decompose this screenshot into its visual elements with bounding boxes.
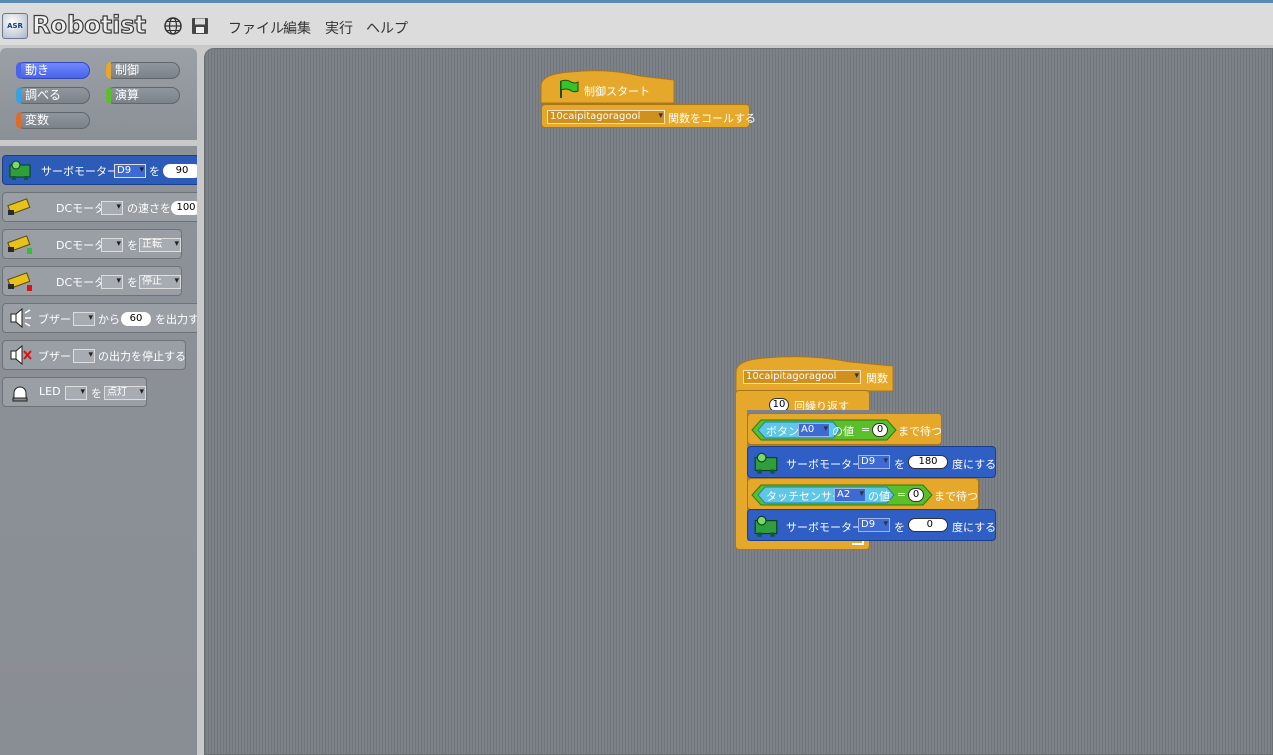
wait2-sensor-label: タッチセンサー	[766, 490, 843, 503]
block-palette[interactable]: サーボモーター D9 を 90 DCモーター の速さを 100 DCモーター を…	[0, 146, 197, 755]
palette-buzzer-port-dropdown[interactable]	[73, 312, 95, 326]
palette-servo-value[interactable]: 90	[163, 164, 197, 178]
palette-dc-speed-block[interactable]: DCモーター の速さを 100	[2, 192, 197, 222]
servo-motor-icon	[754, 452, 778, 474]
wait2-until-label: まで待つ	[934, 490, 978, 503]
palette-buzzer-label: ブザー	[38, 313, 71, 326]
category-sensing-button[interactable]: 調べる	[16, 87, 90, 104]
wait1-equals: =	[861, 423, 871, 436]
robotist-logo: ASR Robotist	[2, 10, 150, 41]
wait-until-touch-block[interactable]: タッチセンサー A2 の値 = 0 まで待つ	[747, 478, 979, 510]
palette-dc-speed-value[interactable]: 100	[171, 201, 197, 215]
category-label: 演算	[115, 88, 140, 102]
menu-file[interactable]: ファイル	[228, 18, 284, 38]
palette-led-block[interactable]: LED を 点灯	[2, 377, 147, 407]
category-variables-button[interactable]: 変数	[16, 112, 90, 129]
dc-motor-icon	[7, 198, 31, 215]
script1-hat-label: 制御スタート	[584, 85, 650, 98]
palette-dc-speed-suffix: の速さを	[127, 202, 171, 215]
palette-servo-label: サーボモーター	[41, 165, 118, 178]
wait1-value-input[interactable]: 0	[872, 423, 888, 437]
palette-servo-port-dropdown[interactable]: D9	[114, 164, 146, 178]
category-operators-button[interactable]: 演算	[106, 87, 180, 104]
palette-dc-stop-wo: を	[127, 276, 138, 289]
menu-edit[interactable]: 編集	[283, 18, 311, 38]
servo-motor-icon	[9, 160, 31, 180]
servo-0-block[interactable]: サーボモーター D9 を 0 度にする	[747, 509, 996, 541]
servo-180-block[interactable]: サーボモーター D9 を 180 度にする	[747, 446, 996, 478]
wait2-port-dropdown[interactable]: A2	[834, 488, 866, 502]
palette-dc-speed-port-dropdown[interactable]	[101, 201, 123, 215]
wait2-value-label: の値	[868, 490, 890, 503]
buzzer-mute-icon	[10, 344, 32, 366]
function-label: 関数	[866, 372, 888, 385]
servo2-angle-input[interactable]: 0	[908, 518, 948, 532]
servo1-wo: を	[894, 458, 905, 471]
menu-bar: ASR Robotist ファイル 編集 実行 ヘルプ	[0, 3, 1273, 45]
palette-buzzer-kara: から	[98, 313, 120, 326]
led-icon	[12, 386, 28, 402]
palette-led-port-dropdown[interactable]	[65, 386, 87, 400]
servo1-suffix: 度にする	[952, 458, 997, 471]
logo-badge-icon: ASR	[2, 13, 28, 39]
servo2-wo: を	[894, 521, 905, 534]
palette-led-mode-dropdown[interactable]: 点灯	[104, 386, 146, 400]
palette-buzzer-tone[interactable]: 60	[121, 312, 151, 326]
save-icon[interactable]	[190, 16, 210, 36]
wait1-port-dropdown[interactable]: A0	[798, 423, 830, 437]
palette-led-label: LED	[39, 385, 61, 398]
servo2-port-dropdown[interactable]: D9	[858, 518, 890, 532]
palette-buzzer-stop-port-dropdown[interactable]	[73, 349, 95, 363]
wait-until-button-block[interactable]: ボタン A0 の値 = 0 まで待つ	[747, 413, 942, 445]
palette-servo-block[interactable]: サーボモーター D9 を 90	[2, 155, 197, 185]
palette-dc-forward-mode-dropdown[interactable]: 正転	[139, 238, 181, 252]
palette-buzzer-suffix: を出力す	[155, 313, 197, 326]
category-panel: 動き 制御 調べる 演算 変数	[0, 48, 197, 140]
category-label: 制御	[115, 63, 140, 77]
menu-help[interactable]: ヘルプ	[366, 18, 408, 38]
servo2-label: サーボモーター	[786, 521, 863, 534]
call-function-block[interactable]: 10caipitagoragool 関数をコールする	[541, 104, 756, 128]
script1-hat-block[interactable]: 制御スタート	[540, 79, 676, 103]
servo1-angle-input[interactable]: 180	[908, 455, 948, 469]
palette-servo-wo: を	[149, 165, 160, 178]
palette-led-wo: を	[91, 387, 102, 400]
wait2-value-input[interactable]: 0	[908, 488, 924, 502]
category-motion-button[interactable]: 動き	[16, 62, 90, 79]
servo1-label: サーボモーター	[786, 458, 863, 471]
palette-buzzer-stop-label: ブザー	[38, 350, 71, 363]
palette-dc-stop-mode-dropdown[interactable]: 停止	[139, 275, 181, 289]
palette-dc-stop-block[interactable]: DCモーター を 停止	[2, 266, 182, 296]
category-label: 変数	[25, 113, 50, 127]
dc-motor-forward-icon	[7, 235, 32, 254]
palette-dc-forward-block[interactable]: DCモーター を 正転	[2, 229, 182, 259]
servo2-suffix: 度にする	[952, 521, 997, 534]
category-control-button[interactable]: 制御	[106, 62, 180, 79]
call-function-name-dropdown[interactable]: 10caipitagoragool	[547, 110, 665, 124]
globe-icon[interactable]	[163, 16, 183, 36]
function-name-dropdown[interactable]: 10caipitagoragool	[743, 370, 861, 384]
palette-dc-forward-wo: を	[127, 239, 138, 252]
wait1-until-label: まで待つ	[898, 425, 942, 438]
category-label: 動き	[25, 63, 50, 77]
buzzer-icon	[10, 307, 31, 329]
dc-motor-stop-icon	[7, 272, 32, 291]
green-flag-icon	[560, 79, 579, 98]
call-function-label: 関数をコールする	[668, 112, 756, 125]
function-define-block[interactable]: 10caipitagoragool 関数	[735, 365, 895, 389]
wait2-equals: =	[897, 488, 907, 501]
servo-motor-icon	[754, 515, 778, 537]
palette-buzzer-block[interactable]: ブザー から 60 を出力す	[2, 303, 197, 333]
wait1-sensor-label: ボタン	[766, 425, 799, 438]
palette-buzzer-stop-block[interactable]: ブザー の出力を停止する	[2, 340, 186, 370]
servo1-port-dropdown[interactable]: D9	[858, 455, 890, 469]
palette-buzzer-stop-suffix: の出力を停止する	[98, 350, 186, 363]
wait1-value-label: の値	[832, 425, 854, 438]
app-title: Robotist	[31, 10, 147, 39]
palette-dc-stop-port-dropdown[interactable]	[101, 275, 123, 289]
category-label: 調べる	[25, 88, 62, 102]
menu-run[interactable]: 実行	[325, 18, 353, 38]
palette-dc-forward-port-dropdown[interactable]	[101, 238, 123, 252]
